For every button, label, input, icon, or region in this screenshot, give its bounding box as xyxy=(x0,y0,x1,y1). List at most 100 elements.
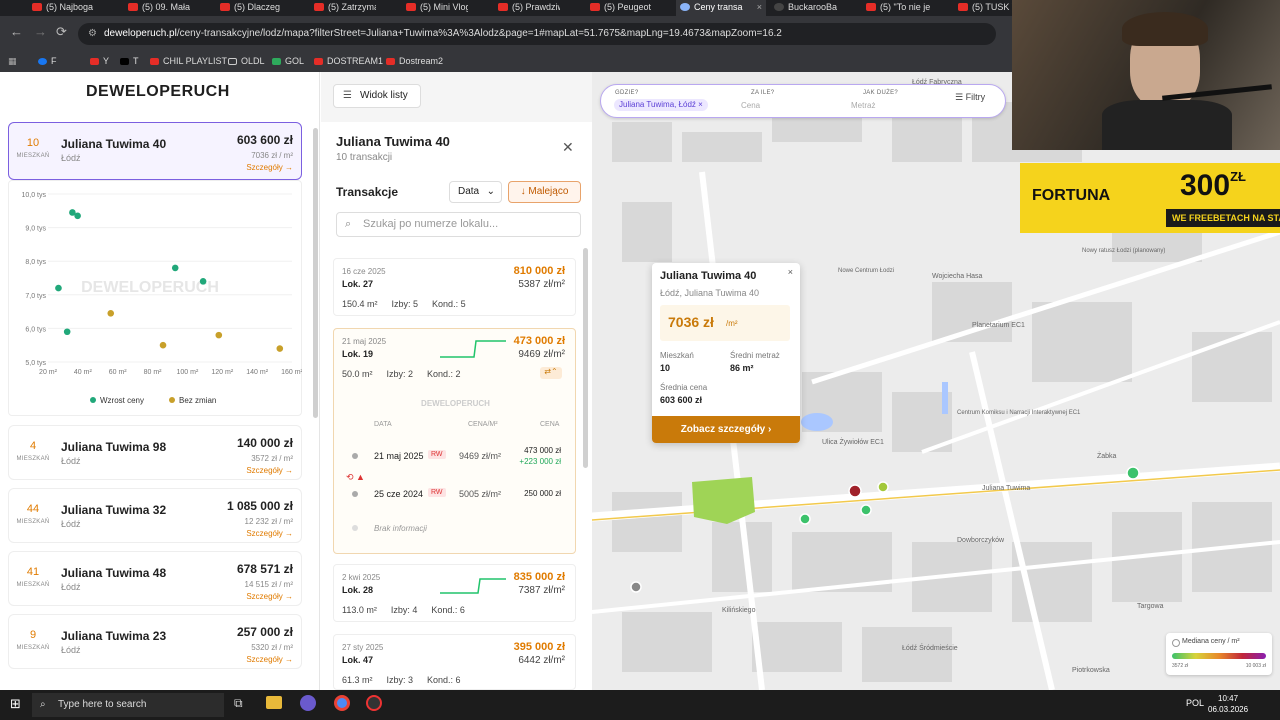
clock-date[interactable]: 06.03.2026 xyxy=(1208,705,1248,714)
collapse-icon[interactable]: ⇄⌃ xyxy=(540,367,562,379)
map-marker[interactable] xyxy=(1126,466,1140,480)
details-link[interactable]: Szczegóły → xyxy=(246,466,293,475)
bookmark-folder[interactable]: OLDL xyxy=(228,54,265,68)
bookmark[interactable]: DOSTREAM1 xyxy=(314,54,383,68)
details-link[interactable]: Szczegóły → xyxy=(246,655,293,664)
bookmark[interactable]: Y xyxy=(90,54,109,68)
transaction-card[interactable]: 27 sty 2025 Lok. 47 395 000 zł 6442 zł/m… xyxy=(333,634,576,690)
size-input[interactable]: Metraż xyxy=(851,101,875,110)
browser-tab[interactable]: (5) "To nie je xyxy=(862,0,944,16)
area-label: Średni metraż xyxy=(730,351,780,360)
browser-tab[interactable]: (5) Prawdziw xyxy=(494,0,560,16)
history-price-m2: 5005 zł/m² xyxy=(459,489,502,499)
list-item-selected[interactable]: 10 MIESZKAŃ Juliana Tuwima 40 Łódź 603 6… xyxy=(8,122,302,180)
details-link[interactable]: Szczegóły → xyxy=(246,163,293,172)
scatter-point[interactable] xyxy=(199,278,207,285)
scatter-point[interactable] xyxy=(171,264,179,272)
url-bar[interactable]: ⚙ deweloperuch.pl/ceny-transakcyjne/lodz/… xyxy=(78,23,996,45)
details-link[interactable]: Szczegóły → xyxy=(246,529,293,538)
list-item[interactable]: 9 MIESZKAŃ Juliana Tuwima 23 Łódź 257 00… xyxy=(8,614,302,669)
ad-banner[interactable]: FORTUNA 300ZŁ WE FREEBETACH NA STA xyxy=(1020,163,1280,233)
transaction-card[interactable]: 2 kwi 2025 Lok. 28 835 000 zł 7387 zł/m²… xyxy=(333,564,576,622)
filters-button[interactable]: ☰ Filtry xyxy=(955,92,985,103)
building-name: Juliana Tuwima 40 xyxy=(61,137,167,151)
map-marker[interactable] xyxy=(799,513,811,525)
scatter-point[interactable] xyxy=(63,328,71,336)
price-input[interactable]: Cena xyxy=(741,101,760,110)
map-marker[interactable] xyxy=(860,504,872,516)
app-icon[interactable] xyxy=(300,695,316,711)
transaction-card[interactable]: 16 cze 2025 Lok. 27 810 000 zł 5387 zł/m… xyxy=(333,258,576,316)
transactions-scrollbar[interactable] xyxy=(583,248,588,468)
view-list-button[interactable]: ☰ Widok listy xyxy=(333,84,421,108)
list-scrollbar[interactable] xyxy=(313,128,318,418)
bookmark[interactable]: F xyxy=(38,54,57,68)
close-tab-icon[interactable]: × xyxy=(757,0,762,14)
details-link[interactable]: Szczegóły → xyxy=(246,592,293,601)
task-view-icon[interactable]: ⧉ xyxy=(234,696,243,711)
warning-icon[interactable]: ⟲ ▲ xyxy=(346,472,365,483)
area-value: 86 m² xyxy=(730,363,754,373)
clock-time[interactable]: 10:47 xyxy=(1218,694,1238,703)
site-info-icon[interactable]: ⚙ xyxy=(88,23,97,45)
forward-icon[interactable]: → xyxy=(34,24,47,39)
bookmark[interactable]: Dostream2 xyxy=(386,54,443,68)
building-price: 603 600 zł xyxy=(236,133,293,147)
scatter-point[interactable] xyxy=(159,341,167,349)
y-tick-label: 9,0 tys xyxy=(25,226,46,233)
scatter-point[interactable] xyxy=(276,345,284,352)
unit-search-input[interactable]: ⌕ Szukaj po numerze lokalu... xyxy=(336,212,581,237)
transaction-card-expanded[interactable]: 21 maj 2025 Lok. 19 473 000 zł 9469 zł/m… xyxy=(333,328,576,554)
browser-tab[interactable]: (5) TUSK W xyxy=(954,0,1012,16)
transaction-price: 835 000 zł xyxy=(513,571,565,583)
taskbar-search-input[interactable]: ⌕ Type here to search xyxy=(32,693,224,717)
browser-tab[interactable]: BuckarooBa xyxy=(770,0,852,16)
transaction-price: 473 000 zł xyxy=(513,335,565,347)
close-icon[interactable]: × xyxy=(698,100,703,109)
browser-tab[interactable]: (5) Dlaczeg xyxy=(216,0,282,16)
list-item[interactable]: 4 MIESZKAŃ Juliana Tuwima 98 Łódź 140 00… xyxy=(8,425,302,480)
price-label: ZA ILE? xyxy=(751,90,775,96)
timeline-dot xyxy=(352,525,358,531)
scatter-point[interactable] xyxy=(74,212,81,220)
browser-tab[interactable]: (5) Zatrzyma xyxy=(310,0,376,16)
close-icon[interactable]: ✕ xyxy=(562,139,574,156)
scatter-point[interactable] xyxy=(107,309,115,317)
location-chip[interactable]: Juliana Tuwima, Łódź × xyxy=(614,99,708,111)
browser-tab[interactable]: (5) Mini Vlog xyxy=(402,0,468,16)
ad-amount: 300ZŁ xyxy=(1180,169,1246,202)
close-icon[interactable]: × xyxy=(788,267,793,277)
scatter-point[interactable] xyxy=(215,331,223,339)
browser-tab-active[interactable]: Ceny transa × xyxy=(676,0,766,16)
back-icon[interactable]: ← xyxy=(10,24,23,39)
file-explorer-icon[interactable] xyxy=(266,696,282,709)
sort-order-button[interactable]: ↓ Malejąco xyxy=(508,181,581,203)
flat-count: 41 xyxy=(26,566,40,578)
site-logo[interactable]: DEWELOPERUCH xyxy=(86,83,230,101)
map-marker-selected[interactable] xyxy=(848,484,862,498)
obs-icon[interactable] xyxy=(366,695,382,711)
scatter-chart-svg: 10,0 tys 9,0 tys 8,0 tys 7,0 tys 6,0 tys 5,0 … xyxy=(21,192,302,405)
browser-tab[interactable]: (5) Peugeot xyxy=(586,0,652,16)
sort-field-select[interactable]: Data ⌄ xyxy=(449,181,502,203)
list-item[interactable]: 41 MIESZKAŃ Juliana Tuwima 48 Łódź 678 5… xyxy=(8,551,302,606)
apps-icon[interactable]: ▦ xyxy=(8,54,17,68)
bookmark[interactable]: GOL xyxy=(272,54,304,68)
avg-price-value: 603 600 zł xyxy=(660,395,703,405)
chrome-icon[interactable] xyxy=(334,695,350,711)
bookmark[interactable]: T xyxy=(120,54,139,68)
language-indicator[interactable]: POL xyxy=(1186,698,1204,708)
windows-start-icon[interactable]: ⊞ xyxy=(10,696,21,712)
facebook-icon xyxy=(38,58,47,66)
map-marker[interactable] xyxy=(630,581,642,593)
reload-icon[interactable]: ⟳ xyxy=(56,24,67,40)
browser-tab[interactable]: (5) Najboga xyxy=(28,0,94,16)
bookmark[interactable]: CHIL PLAYLIST xyxy=(150,54,227,68)
see-details-button[interactable]: Zobacz szczegóły › xyxy=(652,416,800,443)
list-item[interactable]: 44 MIESZKAŃ Juliana Tuwima 32 Łódź 1 085… xyxy=(8,488,302,543)
browser-tab[interactable]: (5) 09. Mała xyxy=(124,0,190,16)
map-marker[interactable] xyxy=(877,481,889,493)
rooms: Izby: 4 xyxy=(390,605,418,615)
scatter-point[interactable] xyxy=(55,284,62,292)
building-name: Juliana Tuwima 32 xyxy=(61,503,167,517)
